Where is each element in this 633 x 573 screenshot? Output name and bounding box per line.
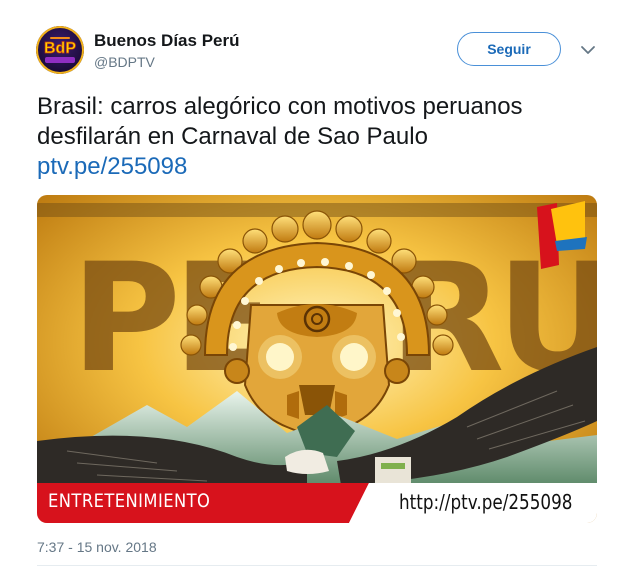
divider <box>37 565 597 566</box>
avatar-logo-icon: BdP <box>36 26 84 74</box>
image-url-label: http://ptv.pe/255098 <box>399 490 573 514</box>
author-name[interactable]: Buenos Días Perú <box>94 31 240 51</box>
peru-carnival-artwork: PE RÚ <box>37 195 597 523</box>
avatar[interactable]: BdP <box>36 26 84 74</box>
author-handle[interactable]: @BDPTV <box>94 54 155 70</box>
follow-button[interactable]: Seguir <box>457 32 561 66</box>
tweet-timestamp[interactable]: 7:37 - 15 nov. 2018 <box>37 539 157 555</box>
tweet-card: BdP Buenos Días Perú @BDPTV Seguir Brasi… <box>0 0 633 573</box>
tweet-text: Brasil: carros alegórico con motivos per… <box>37 92 607 182</box>
tweet-link[interactable]: ptv.pe/255098 <box>37 152 607 182</box>
tweet-body: Brasil: carros alegórico con motivos per… <box>37 93 523 150</box>
svg-text:BdP: BdP <box>44 40 76 57</box>
tweet-image[interactable]: PE RÚ <box>37 195 597 523</box>
more-options-chevron-down-icon[interactable] <box>578 40 598 60</box>
category-label: ENTRETENIMIENTO <box>48 490 211 512</box>
